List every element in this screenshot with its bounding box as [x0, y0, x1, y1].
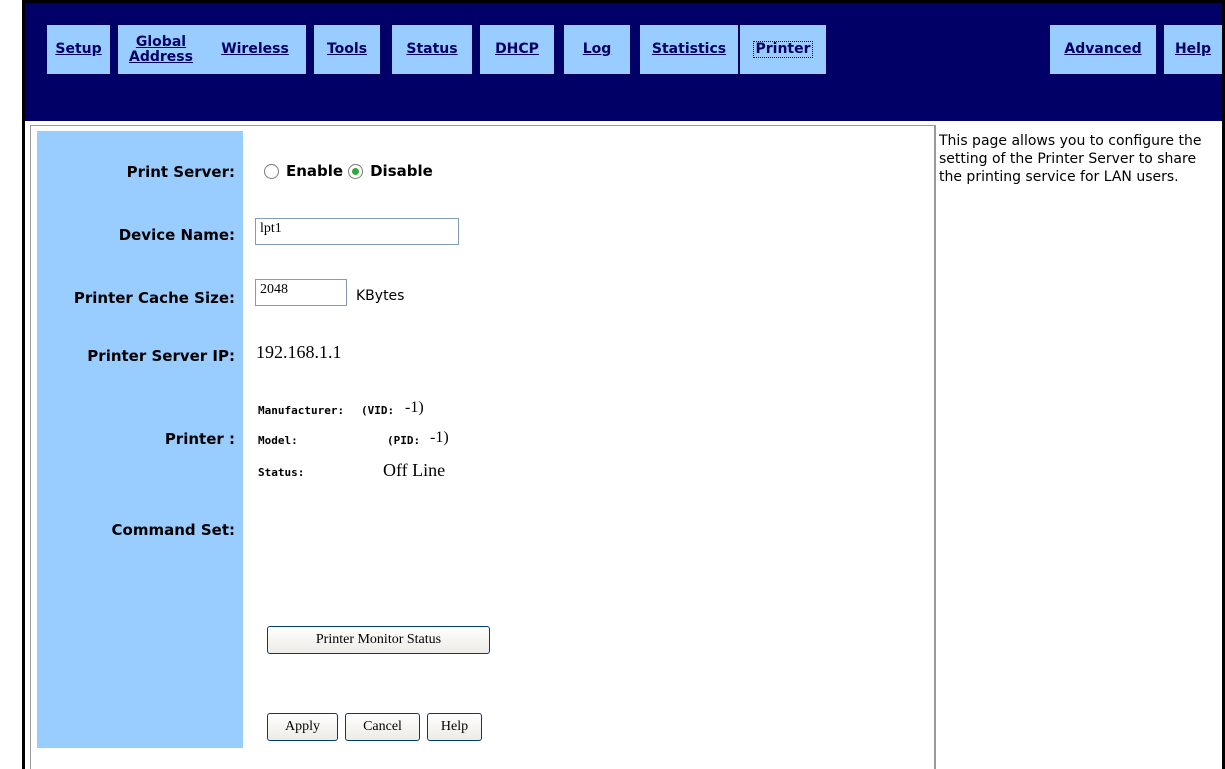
- tab-label: DHCP: [495, 41, 539, 57]
- tab-statistics[interactable]: Statistics: [640, 25, 738, 74]
- device-name-label: Device Name:: [118, 226, 235, 244]
- pid-label: (PID:: [387, 434, 421, 447]
- enable-radio[interactable]: [264, 163, 279, 179]
- pid-value: -1): [430, 429, 449, 446]
- printer-monitor-status-button[interactable]: Printer Monitor Status: [267, 626, 490, 654]
- manufacturer-label: Manufacturer:: [258, 404, 345, 417]
- model-label: Model:: [258, 434, 298, 447]
- tab-label: Statistics: [651, 41, 727, 57]
- device-name-input[interactable]: lpt1: [255, 218, 459, 245]
- radio-selected-dot: [352, 167, 360, 175]
- print-server-radio-group: Enable Disable: [264, 162, 433, 180]
- disable-radio[interactable]: [348, 163, 364, 179]
- status-label: Status:: [258, 466, 305, 479]
- print-server-label: Print Server:: [126, 163, 235, 181]
- server-ip-label: Printer Server IP:: [87, 347, 235, 365]
- printer-label: Printer :: [164, 430, 235, 448]
- tab-global-address[interactable]: Global Address: [118, 25, 204, 74]
- tab-label: Printer: [753, 41, 813, 58]
- tab-log[interactable]: Log: [564, 25, 630, 74]
- tab-status[interactable]: Status: [392, 25, 472, 74]
- tab-help[interactable]: Help: [1164, 25, 1222, 74]
- tab-label: Wireless: [221, 41, 289, 57]
- tab-label: Help: [1174, 41, 1212, 57]
- tab-tools[interactable]: Tools: [314, 25, 380, 74]
- vid-value: -1): [405, 399, 424, 416]
- help-button[interactable]: Help: [427, 713, 482, 741]
- enable-radio-label: Enable: [286, 162, 344, 180]
- cancel-button[interactable]: Cancel: [345, 713, 420, 741]
- disable-radio-label: Disable: [370, 162, 433, 180]
- tab-label: Global Address: [129, 33, 193, 65]
- command-set-label: Command Set:: [111, 521, 235, 539]
- tab-label: Log: [582, 41, 612, 57]
- vid-label: (VID:: [361, 404, 395, 417]
- status-value: Off Line: [383, 460, 446, 480]
- cache-size-label: Printer Cache Size:: [73, 289, 235, 307]
- tab-label: Status: [406, 41, 458, 57]
- tab-printer[interactable]: Printer: [740, 25, 826, 74]
- help-panel: [935, 125, 1222, 769]
- tab-label-line2: Address: [129, 48, 193, 65]
- tab-label: Tools: [326, 41, 368, 57]
- cache-size-input[interactable]: 2048: [255, 279, 347, 306]
- help-description: This page allows you to configure the se…: [939, 133, 1202, 185]
- tab-setup[interactable]: Setup: [47, 25, 110, 74]
- tab-label-line1: Global: [135, 33, 187, 50]
- tab-advanced[interactable]: Advanced: [1050, 25, 1156, 74]
- tab-wireless[interactable]: Wireless: [204, 25, 306, 74]
- tab-dhcp[interactable]: DHCP: [480, 25, 554, 74]
- tab-label: Advanced: [1064, 41, 1142, 57]
- server-ip-value: 192.168.1.1: [256, 342, 342, 362]
- cache-size-unit: KBytes: [356, 288, 405, 304]
- apply-button[interactable]: Apply: [267, 713, 338, 741]
- tab-label: Setup: [55, 41, 102, 57]
